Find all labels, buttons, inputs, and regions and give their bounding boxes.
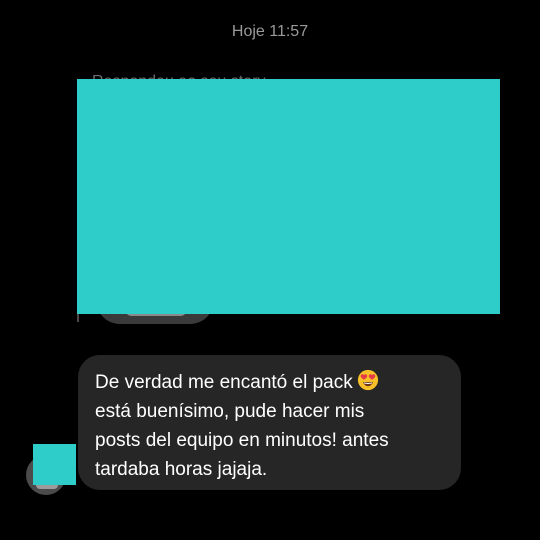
message-line-4: tardaba horas jajaja. (95, 459, 268, 480)
message-bubble[interactable]: De verdad me encantó el pack está buenís… (78, 355, 461, 490)
message-text-1: De verdad me encantó el pack (95, 372, 353, 393)
message-line-1: De verdad me encantó el pack (95, 368, 445, 397)
message-line-2: está buenísimo, pude hacer mis (95, 401, 365, 422)
redacted-story-preview (77, 79, 500, 314)
redacted-avatar (33, 444, 76, 485)
conversation-timestamp: Hoje 11:57 (231, 23, 309, 40)
message-line-3: posts del equipo en minutos! antes (95, 430, 389, 451)
heart-eyes-emoji-icon (357, 369, 378, 391)
